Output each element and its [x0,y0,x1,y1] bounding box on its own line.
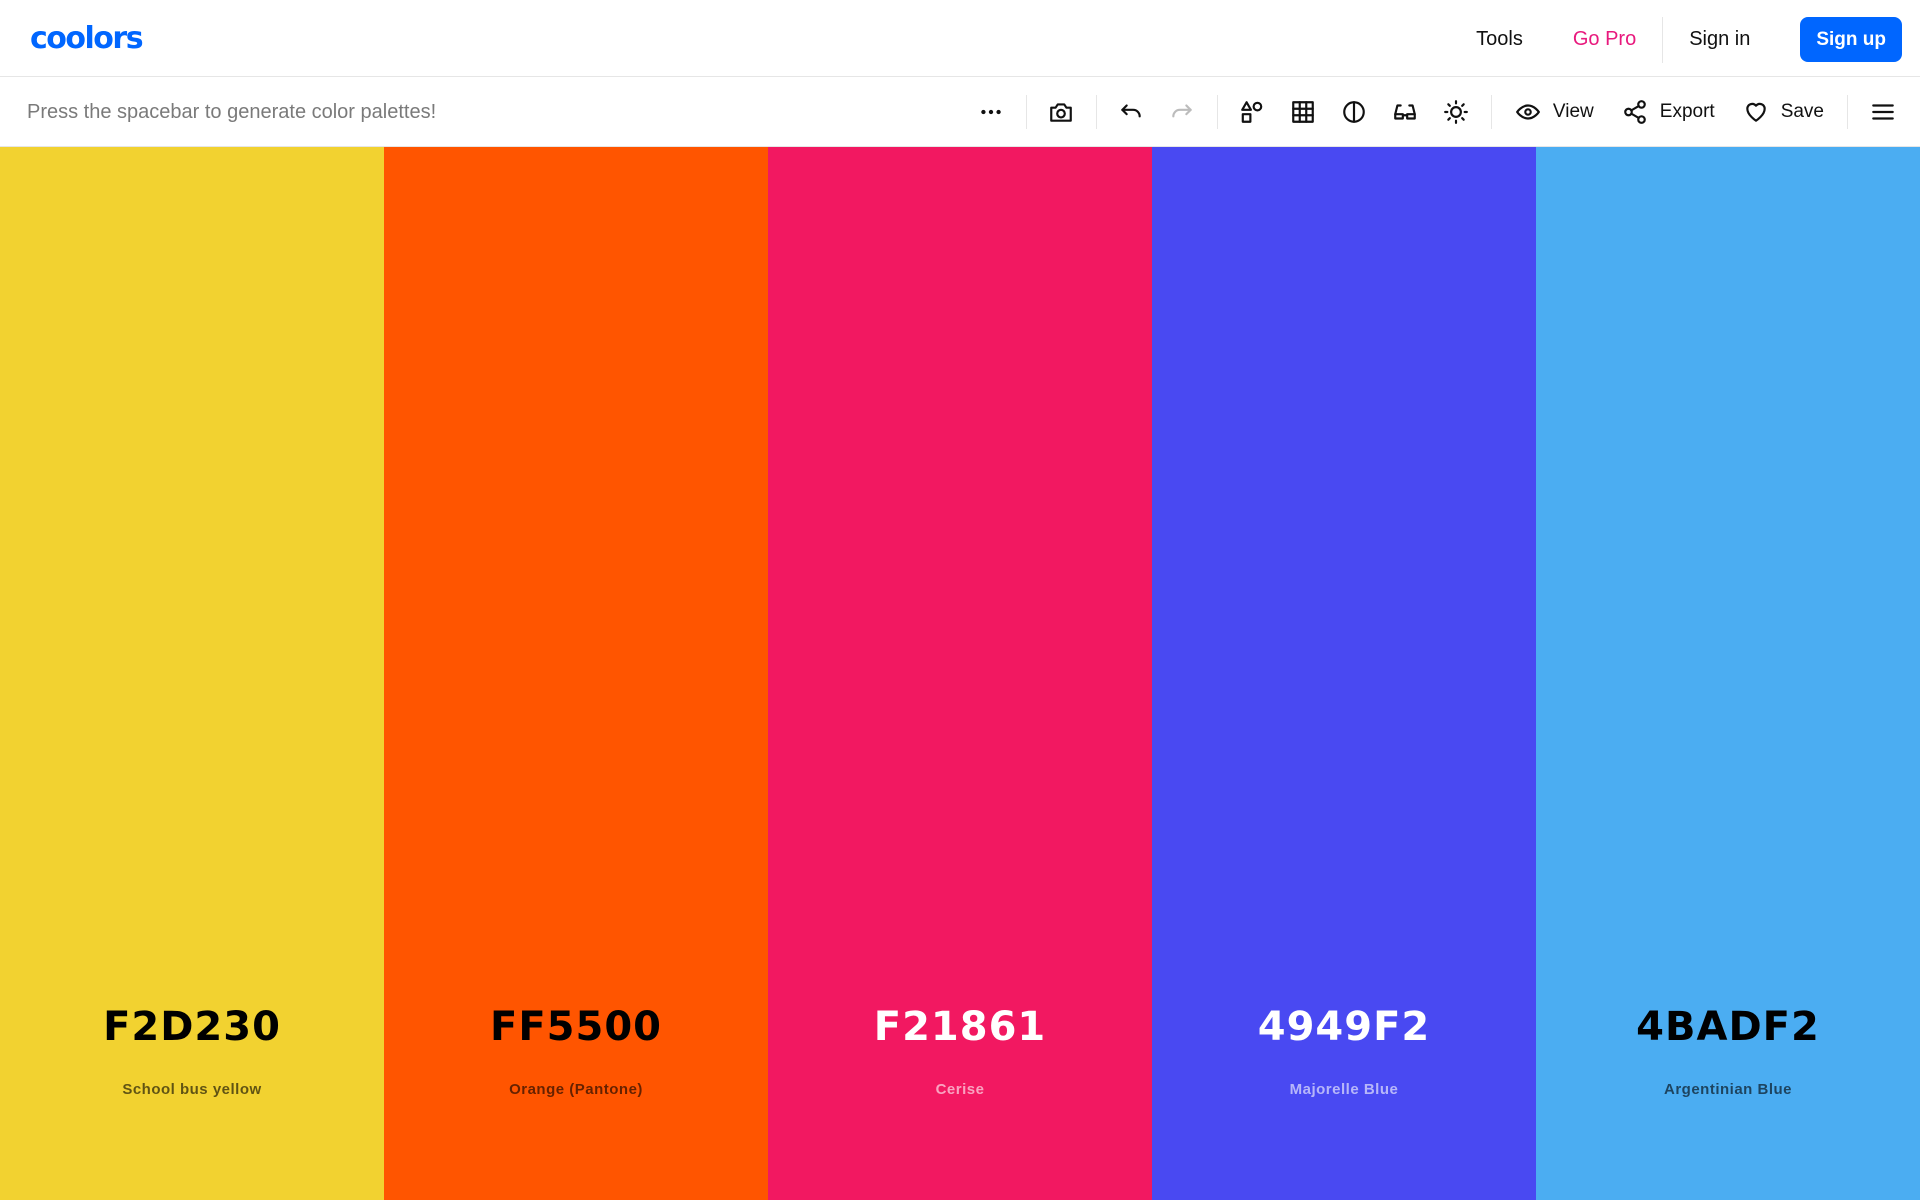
color-name[interactable]: Majorelle Blue [1152,1081,1536,1098]
color-hex-code[interactable]: FF5500 [384,1004,768,1050]
export-label: Export [1659,101,1715,122]
sign-in-link[interactable]: Sign in [1664,17,1775,62]
top-navbar: coolors Tools Go Pro Sign in Sign up [0,0,1920,77]
heart-icon [1745,102,1766,122]
grid-button[interactable] [1278,87,1329,138]
grid-icon [1292,101,1315,123]
contrast-button[interactable] [1329,87,1380,138]
more-options-icon [981,109,1002,115]
color-swatch[interactable]: FF5500 Orange (Pantone) [384,147,768,1200]
toolbar-divider [1095,95,1097,129]
color-name[interactable]: Orange (Pantone) [384,1081,768,1098]
color-blindness-button[interactable] [1380,87,1431,138]
svg-text:coolors: coolors [30,22,143,54]
shapes-button[interactable] [1227,87,1278,138]
redo-button[interactable] [1157,87,1208,138]
share-icon [1623,100,1646,124]
undo-button[interactable] [1106,87,1157,138]
shapes-icon [1241,101,1263,123]
main-menu-button[interactable] [1857,87,1908,138]
color-name[interactable]: Cerise [768,1081,1152,1098]
go-pro-link[interactable]: Go Pro [1548,17,1661,62]
hamburger-menu-icon [1871,104,1894,120]
view-label: View [1552,101,1594,122]
toolbar-actions: View Export Save [966,77,1908,147]
color-hex-code[interactable]: 4BADF2 [1536,1004,1920,1050]
eye-icon [1516,104,1540,120]
color-name[interactable]: School bus yellow [0,1081,384,1098]
toolbar-divider [1216,95,1218,129]
contrast-icon [1343,101,1366,123]
tools-link[interactable]: Tools [1451,17,1548,62]
color-name[interactable]: Argentinian Blue [1536,1081,1920,1098]
redo-icon [1172,104,1193,118]
glasses-icon [1394,104,1417,120]
sign-up-button[interactable]: Sign up [1800,17,1902,62]
save-label: Save [1780,101,1824,122]
coolors-logo[interactable]: coolors [30,22,170,54]
toolbar-divider [1025,95,1027,129]
toolbar-divider [1847,95,1848,129]
coolors-logo-mark: coolors [30,22,144,54]
sun-icon [1444,100,1469,124]
camera-icon [1050,103,1073,122]
more-options-button[interactable] [966,87,1017,138]
color-swatch[interactable]: F21861 Cerise [768,147,1152,1200]
adjust-palette-button[interactable] [1431,87,1482,138]
save-button[interactable]: Save [1729,87,1838,138]
color-palette: F2D230 School bus yellow FF5500 Orange (… [0,147,1920,1200]
color-swatch[interactable]: F2D230 School bus yellow [0,147,384,1200]
generator-toolbar: Press the spacebar to generate color pal… [0,77,1920,147]
color-hex-code[interactable]: F21861 [768,1004,1152,1050]
nav-links: Tools Go Pro Sign in Sign up [1451,16,1902,63]
color-swatch[interactable]: 4BADF2 Argentinian Blue [1536,147,1920,1200]
undo-icon [1121,104,1142,118]
color-hex-code[interactable]: F2D230 [0,1004,384,1050]
color-swatch[interactable]: 4949F2 Majorelle Blue [1152,147,1536,1200]
view-button[interactable]: View [1501,87,1608,138]
spacebar-hint: Press the spacebar to generate color pal… [27,101,437,123]
export-button[interactable]: Export [1608,87,1729,138]
nav-divider [1662,16,1664,63]
toolbar-divider [1490,95,1492,129]
color-hex-code[interactable]: 4949F2 [1152,1004,1536,1050]
export-image-button[interactable] [1036,87,1087,138]
